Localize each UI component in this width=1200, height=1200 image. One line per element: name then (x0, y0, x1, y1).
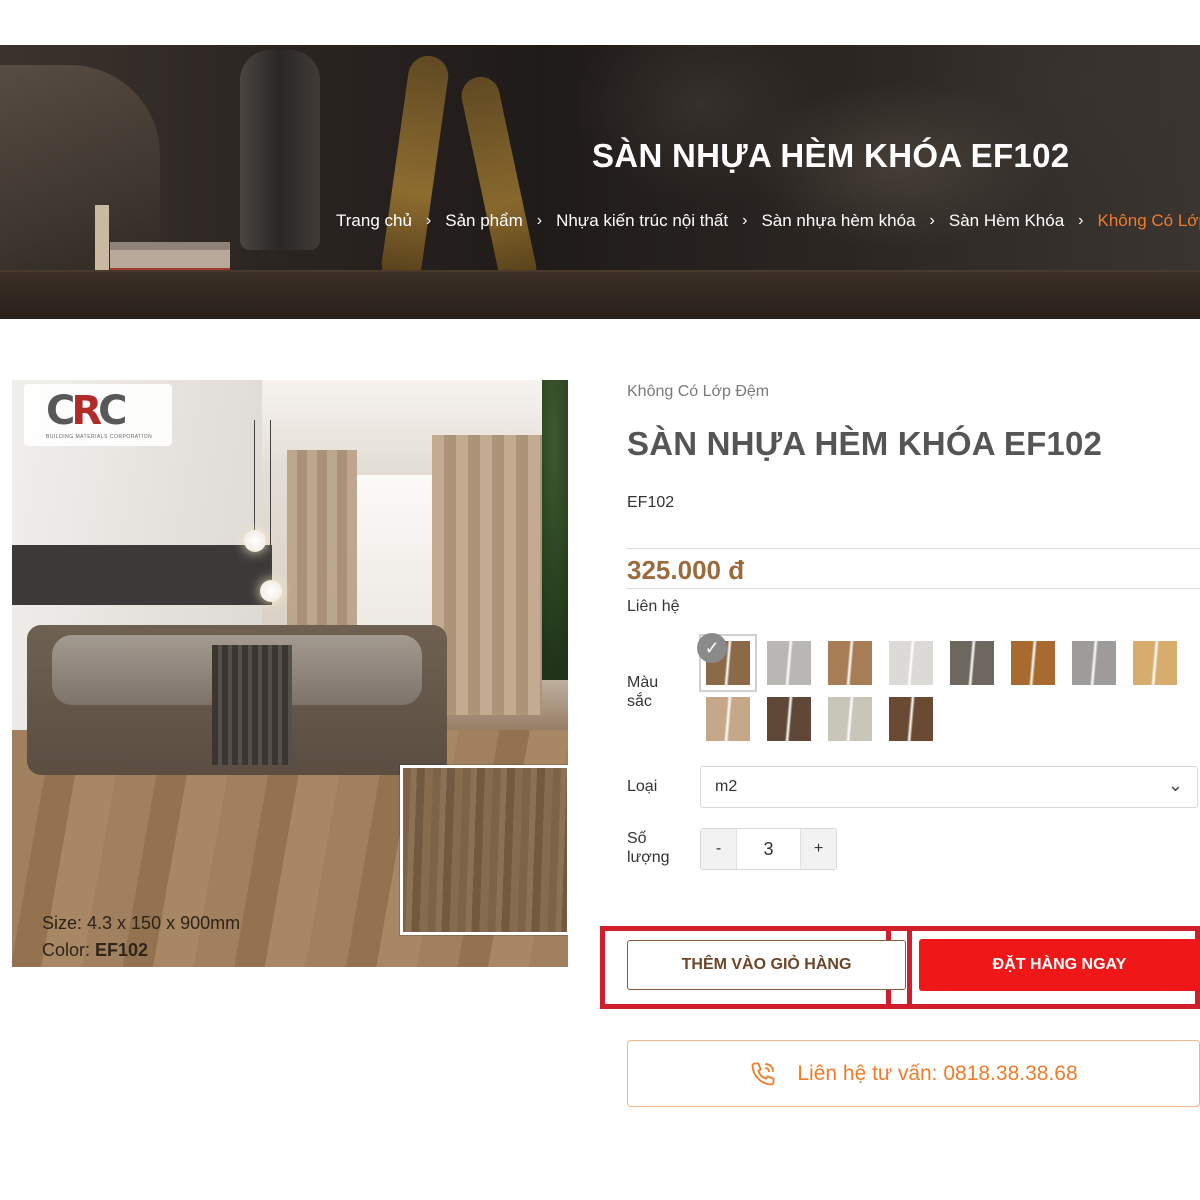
product-category[interactable]: Không Có Lớp Đệm (627, 383, 769, 401)
caption-color-label: Color: (42, 940, 91, 960)
quantity-label: Số lượng (627, 830, 670, 866)
color-swatch[interactable] (1133, 641, 1177, 685)
color-swatch[interactable] (767, 697, 811, 741)
color-swatch[interactable] (828, 697, 872, 741)
color-swatch[interactable] (1011, 641, 1055, 685)
check-icon: ✓ (697, 633, 727, 663)
type-label: Loại (627, 778, 658, 795)
image-caption: Size: 4.3 x 150 x 900mm Color: EF102 (42, 910, 240, 964)
breadcrumb: Trang chủ › Sản phẩm › Nhựa kiến trúc nộ… (336, 211, 1200, 231)
color-swatch[interactable] (706, 697, 750, 741)
banner-vase-decor (240, 50, 320, 250)
crc-logo: CRC BUILDING MATERIALS CORPORATION (24, 384, 172, 446)
pendant-lamp-icon (260, 580, 282, 602)
chevron-down-icon: ⌄ (1167, 775, 1183, 795)
wood-texture-swatch (400, 765, 568, 935)
quantity-input[interactable]: 3 (736, 829, 801, 869)
color-swatch[interactable] (950, 641, 994, 685)
breadcrumb-click-floor[interactable]: Sàn nhựa hèm khóa (761, 211, 915, 231)
color-swatch[interactable] (767, 641, 811, 685)
breadcrumb-products[interactable]: Sản phẩm (445, 211, 523, 231)
divider (627, 588, 1200, 589)
color-swatch[interactable] (889, 641, 933, 685)
color-swatch[interactable] (889, 697, 933, 741)
breadcrumb-interior-plastic[interactable]: Nhựa kiến trúc nội thất (556, 211, 728, 231)
product-title: SÀN NHỰA HÈM KHÓA EF102 (627, 425, 1103, 462)
quantity-increase-button[interactable]: + (801, 829, 836, 869)
breadcrumb-home[interactable]: Trang chủ (336, 211, 412, 231)
breadcrumb-hem-khoa[interactable]: Sàn Hèm Khóa (949, 211, 1064, 231)
color-label: Màu sắc (627, 674, 659, 710)
type-select-value: m2 (715, 778, 738, 795)
logo-text: CRC (46, 388, 128, 434)
product-page: SÀN NHỰA HÈM KHÓA EF102 Trang chủ › Sản … (0, 0, 1200, 1200)
add-to-cart-button[interactable]: THÊM VÀO GIỎ HÀNG (627, 940, 906, 990)
order-now-button[interactable]: ĐẶT HÀNG NGAY (919, 939, 1200, 991)
chevron-right-icon: › (425, 212, 432, 229)
consult-button[interactable]: Liên hệ tư vấn: 0818.38.38.68 (627, 1040, 1200, 1107)
quantity-decrease-button[interactable]: - (701, 829, 736, 869)
pendant-lamp-icon (244, 530, 266, 552)
hero-banner: SÀN NHỰA HÈM KHÓA EF102 Trang chủ › Sản … (0, 45, 1200, 319)
caption-size: Size: 4.3 x 150 x 900mm (42, 913, 241, 933)
color-swatch[interactable] (1072, 641, 1116, 685)
product-sku: EF102 (627, 494, 675, 511)
color-swatch[interactable] (828, 641, 872, 685)
caption-color-value: EF102 (95, 940, 149, 960)
chevron-right-icon: › (742, 212, 748, 229)
chevron-right-icon: › (536, 212, 543, 229)
banner-title: SÀN NHỰA HÈM KHÓA EF102 (592, 137, 1070, 174)
quantity-stepper: - 3 + (700, 828, 837, 870)
type-select[interactable]: m2 ⌄ (700, 766, 1198, 808)
phone-icon (751, 1062, 775, 1085)
chevron-right-icon: › (1078, 212, 1084, 229)
contact-label: Liên hệ (627, 598, 680, 615)
product-main-image[interactable]: CRC BUILDING MATERIALS CORPORATION Size:… (12, 380, 568, 967)
divider (627, 548, 1200, 549)
breadcrumb-current: Không Có Lớp Đệm (1097, 211, 1200, 230)
consult-label: Liên hệ tư vấn: 0818.38.38.68 (797, 1061, 1078, 1085)
product-price: 325.000 đ (627, 555, 745, 585)
logo-subtitle: BUILDING MATERIALS CORPORATION (46, 434, 153, 440)
chevron-right-icon: › (929, 212, 935, 229)
